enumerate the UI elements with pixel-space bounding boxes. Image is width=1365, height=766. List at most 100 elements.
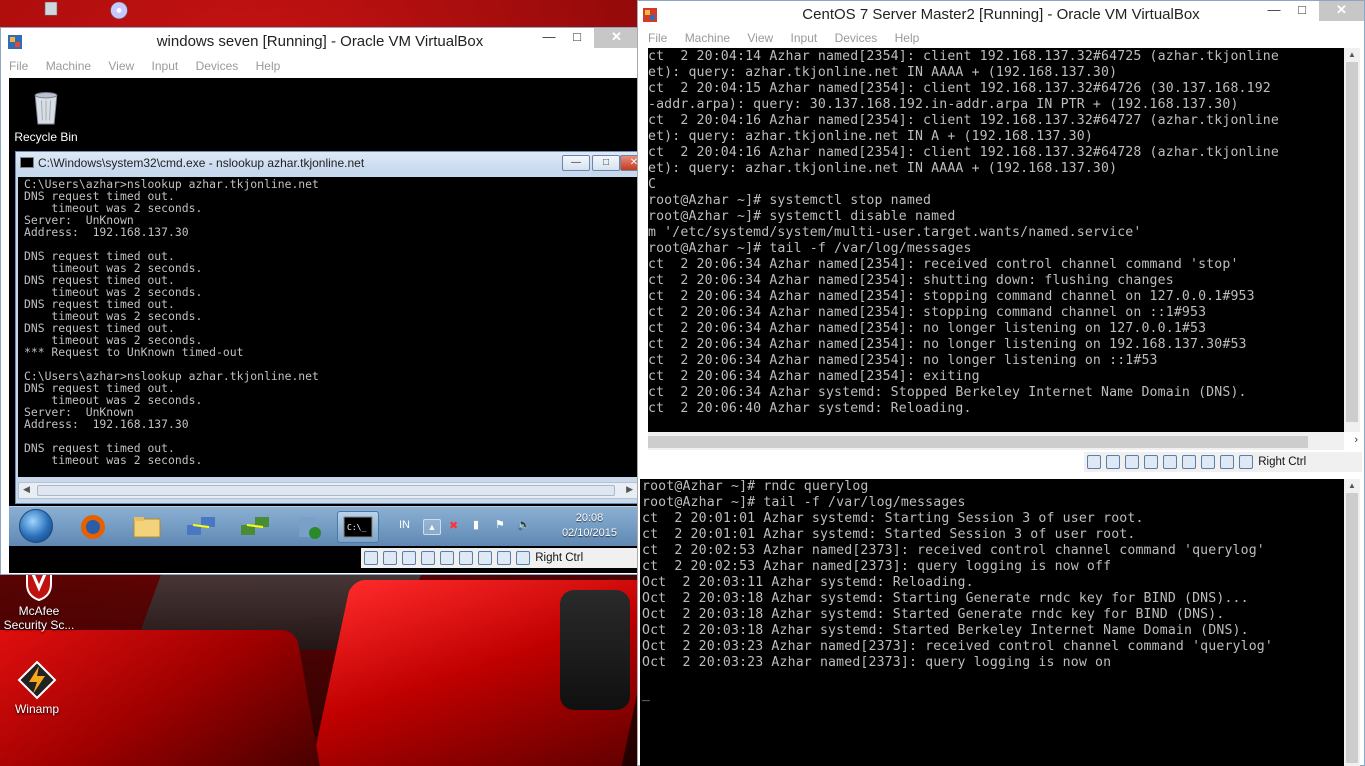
cmd-scroll-thumb[interactable] xyxy=(37,485,615,496)
maximize-button[interactable]: □ xyxy=(1288,1,1316,21)
cpu-icon[interactable] xyxy=(1220,455,1234,469)
optical-drive-icon[interactable] xyxy=(1106,455,1120,469)
menu-input[interactable]: Input xyxy=(791,31,818,45)
mouse-integration-icon[interactable] xyxy=(516,551,530,565)
menu-devices[interactable]: Devices xyxy=(196,59,239,73)
menu-view[interactable]: View xyxy=(747,31,773,45)
flag-icon[interactable]: ⚑ xyxy=(495,518,505,531)
horizontal-scrollbar[interactable]: › xyxy=(648,432,1358,450)
console-line: ct 2 20:06:34 Azhar named[2354]: shuttin… xyxy=(648,273,1174,288)
capture-icon[interactable] xyxy=(478,551,492,565)
console-line: Oct 2 20:03:18 Azhar systemd: Starting G… xyxy=(642,591,1249,606)
scroll-right-icon[interactable]: ▶ xyxy=(626,484,633,495)
console-line: Address: 192.168.137.30 xyxy=(24,225,189,239)
cmd-titlebar[interactable]: C:\Windows\system32\cmd.exe - nslookup a… xyxy=(16,152,639,174)
minimize-button[interactable]: — xyxy=(535,28,563,48)
vm-window-windows-seven[interactable]: windows seven [Running] - Oracle VM Virt… xyxy=(0,27,640,575)
menu-help[interactable]: Help xyxy=(895,31,920,45)
battery-icon[interactable]: ▮ xyxy=(473,518,479,531)
display-icon[interactable] xyxy=(459,551,473,565)
vm-titlebar[interactable]: CentOS 7 Server Master2 [Running] - Orac… xyxy=(638,1,1364,29)
hard-disk-icon[interactable] xyxy=(364,551,378,565)
shared-folder-icon[interactable] xyxy=(440,551,454,565)
vertical-scrollbar[interactable]: ▲ xyxy=(1344,48,1360,432)
cmd-output[interactable]: C:\Users\azhar>nslookup azhar.tkjonline.… xyxy=(18,177,638,477)
hard-disk-icon[interactable] xyxy=(1087,455,1101,469)
start-button[interactable] xyxy=(19,509,53,543)
guest-console-bottom[interactable]: root@Azhar ~]# rndc querylog root@Azhar ~… xyxy=(640,479,1344,766)
guest-screen[interactable]: Recycle Bin C:\Windows\system32\cmd.exe … xyxy=(9,78,639,573)
console-line: root@Azhar ~]# rndc querylog xyxy=(642,479,869,494)
console-line: ct 2 20:01:01 Azhar systemd: Starting Se… xyxy=(642,511,1144,526)
cmd-maximize-button[interactable]: □ xyxy=(592,155,620,171)
network-icon[interactable] xyxy=(1125,455,1139,469)
network-taskbar-icon[interactable] xyxy=(183,511,219,543)
desktop-icon-top-left[interactable] xyxy=(14,2,88,28)
menu-file[interactable]: File xyxy=(648,31,667,45)
close-button[interactable]: ✕ xyxy=(1319,1,1364,21)
cmd-horizontal-scrollbar[interactable]: ◀ ▶ xyxy=(18,482,638,499)
firefox-taskbar-icon[interactable] xyxy=(75,511,111,543)
console-line: Address: 192.168.137.30 xyxy=(24,417,189,431)
display-icon[interactable] xyxy=(1182,455,1196,469)
guest-console-top[interactable]: ct 2 20:04:14 Azhar named[2354]: client … xyxy=(648,48,1344,432)
scroll-right-icon[interactable]: › xyxy=(1354,434,1358,446)
recycle-bin-icon xyxy=(44,2,58,16)
language-indicator[interactable]: IN xyxy=(399,519,410,531)
show-hidden-icons-icon[interactable]: ▲ xyxy=(423,519,441,535)
vm-title: CentOS 7 Server Master2 [Running] - Orac… xyxy=(802,6,1200,23)
desktop-icon-winamp[interactable]: Winamp xyxy=(0,660,74,716)
menu-devices[interactable]: Devices xyxy=(835,31,878,45)
minimize-button[interactable]: — xyxy=(1260,1,1288,21)
vm-status-bar: Right Ctrl xyxy=(1084,452,1362,472)
clock[interactable]: 20:08 02/10/2015 xyxy=(562,511,617,541)
menu-help[interactable]: Help xyxy=(256,59,281,73)
vm-window-centos[interactable]: CentOS 7 Server Master2 [Running] - Orac… xyxy=(637,0,1365,766)
virtualbox-icon xyxy=(643,8,657,22)
cmd-minimize-button[interactable]: — xyxy=(562,155,590,171)
vertical-scrollbar[interactable]: ▲ xyxy=(1344,479,1360,766)
menu-machine[interactable]: Machine xyxy=(46,59,91,73)
menu-view[interactable]: View xyxy=(108,59,134,73)
console-line: ct 2 20:06:34 Azhar named[2354]: stoppin… xyxy=(648,305,1207,320)
console-line: m '/etc/systemd/system/multi-user.target… xyxy=(648,225,1142,240)
console-line: Oct 2 20:03:23 Azhar named[2373]: receiv… xyxy=(642,639,1273,654)
security-taskbar-icon[interactable] xyxy=(291,511,327,543)
optical-drive-icon[interactable] xyxy=(383,551,397,565)
vm-titlebar[interactable]: windows seven [Running] - Oracle VM Virt… xyxy=(1,28,639,56)
desktop-icon-disc[interactable] xyxy=(82,2,156,28)
console-line: ct 2 20:06:34 Azhar named[2354]: no long… xyxy=(648,321,1207,336)
cmd-taskbar-icon[interactable]: C:\_ xyxy=(337,511,379,543)
wallpaper-cube xyxy=(560,590,630,710)
shared-folder-icon[interactable] xyxy=(1163,455,1177,469)
network-taskbar-icon-2[interactable] xyxy=(237,511,273,543)
console-line: ct 2 20:04:15 Azhar named[2354]: client … xyxy=(648,81,1271,96)
menu-file[interactable]: File xyxy=(9,59,28,73)
cpu-icon[interactable] xyxy=(497,551,511,565)
host-key-label: Right Ctrl xyxy=(1258,456,1307,468)
console-line: Oct 2 20:03:18 Azhar systemd: Started Be… xyxy=(642,623,1249,638)
scroll-thumb[interactable] xyxy=(1346,62,1358,422)
usb-icon[interactable] xyxy=(421,551,435,565)
cmd-window[interactable]: C:\Windows\system32\cmd.exe - nslookup a… xyxy=(15,151,639,504)
console-line: ct 2 20:02:53 Azhar named[2373]: query l… xyxy=(642,559,1112,574)
close-button[interactable]: ✕ xyxy=(594,28,639,48)
scroll-left-icon[interactable]: ◀ xyxy=(23,484,30,495)
folder-taskbar-icon[interactable] xyxy=(129,511,165,543)
scroll-up-icon[interactable]: ▲ xyxy=(1348,481,1356,490)
menu-input[interactable]: Input xyxy=(152,59,179,73)
console-line: ct 2 20:04:16 Azhar named[2354]: client … xyxy=(648,145,1279,160)
volume-icon[interactable]: 🔈 xyxy=(517,518,531,531)
usb-icon[interactable] xyxy=(1144,455,1158,469)
console-line: ct 2 20:06:34 Azhar named[2354]: exiting xyxy=(648,369,980,384)
scroll-thumb[interactable] xyxy=(648,436,1308,448)
mouse-integration-icon[interactable] xyxy=(1239,455,1253,469)
scroll-up-icon[interactable]: ▲ xyxy=(1348,50,1356,59)
network-icon[interactable] xyxy=(402,551,416,565)
maximize-button[interactable]: □ xyxy=(563,28,591,48)
scroll-thumb[interactable] xyxy=(1346,493,1358,763)
menu-machine[interactable]: Machine xyxy=(685,31,730,45)
capture-icon[interactable] xyxy=(1201,455,1215,469)
guest-recycle-bin[interactable]: Recycle Bin xyxy=(9,84,83,144)
network-error-icon[interactable]: ✖ xyxy=(449,519,458,532)
